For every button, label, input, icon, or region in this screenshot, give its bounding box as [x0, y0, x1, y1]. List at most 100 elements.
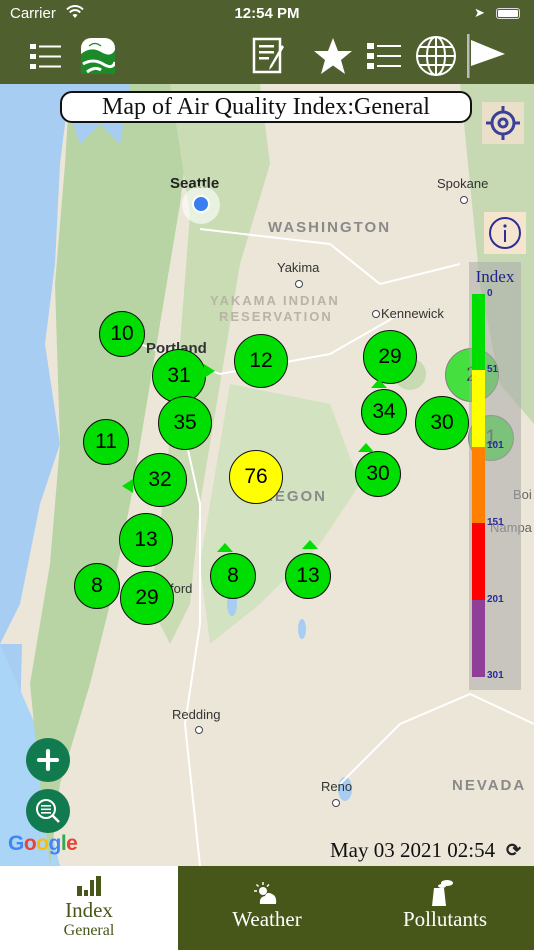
aqi-marker-value: 30: [366, 462, 390, 485]
legend-tick: 101: [487, 440, 504, 451]
refresh-icon[interactable]: ⟳: [506, 840, 521, 861]
notes-edit-icon[interactable]: [250, 36, 290, 76]
city-label: Spokane: [437, 176, 489, 191]
aqi-marker-value: 76: [244, 465, 268, 488]
aqi-marker[interactable]: 8: [210, 553, 256, 599]
region-label: YAKAMA INDIAN: [210, 293, 340, 308]
data-timestamp: May 03 2021 02:54: [330, 838, 496, 862]
legend-segment-very-unhealthy: [472, 600, 485, 677]
legend-title: Index: [475, 267, 515, 286]
region-label: RESERVATION: [219, 309, 333, 324]
aqi-marker-value: 12: [249, 349, 273, 372]
city-dot: [295, 280, 303, 288]
station-direction-marker[interactable]: [122, 479, 133, 493]
factory-icon: [432, 880, 453, 906]
tab-bar: Index General Weather Pollutants: [0, 866, 534, 950]
crosshair-icon: [486, 106, 520, 140]
search-zoom-button[interactable]: [26, 789, 70, 833]
tab-label: Pollutants: [402, 907, 487, 931]
aqi-legend: Index 0 51 101 151 201 301: [469, 262, 521, 690]
menu-list-icon[interactable]: [28, 36, 64, 76]
city-dot: [372, 310, 380, 318]
aqi-marker-value: 34: [372, 400, 396, 423]
aqi-marker-value: 29: [135, 586, 159, 609]
aqi-marker-value: 35: [173, 411, 197, 434]
star-icon[interactable]: [312, 36, 354, 76]
aqi-marker[interactable]: 35: [158, 396, 212, 450]
aqi-marker[interactable]: 13: [285, 553, 331, 599]
legend-segment-usg: [472, 447, 485, 523]
legend-tick: 0: [487, 288, 493, 299]
legend-tick: 201: [487, 594, 504, 605]
city-label: Yakima: [277, 260, 320, 275]
aqi-marker-value: 13: [134, 528, 158, 551]
tab-pollutants[interactable]: Pollutants: [356, 866, 534, 950]
station-direction-marker[interactable]: [204, 364, 215, 378]
aqi-marker-value: 10: [110, 322, 134, 345]
aqi-marker[interactable]: 76: [229, 450, 283, 504]
city-dot: [332, 799, 340, 807]
google-attribution: Google: [8, 832, 78, 855]
tab-label: Index: [65, 898, 113, 922]
bar-chart-icon: [77, 876, 101, 896]
legend-tick: 151: [487, 517, 504, 528]
tab-weather[interactable]: Weather: [178, 866, 356, 950]
legend-segment-good: [472, 294, 485, 370]
aqi-marker[interactable]: 32: [133, 453, 187, 507]
aqi-marker[interactable]: 30: [355, 451, 401, 497]
nav-bar: [0, 28, 534, 84]
tab-index-general[interactable]: Index General: [0, 866, 178, 950]
aqi-marker[interactable]: 34: [361, 389, 407, 435]
station-direction-marker[interactable]: [217, 543, 233, 552]
legend-segment-unhealthy: [472, 523, 485, 600]
region-label: NEVADA: [452, 777, 527, 794]
weather-icon: [254, 882, 277, 904]
aqi-marker[interactable]: 29: [120, 571, 174, 625]
city-label: Reno: [321, 779, 353, 794]
info-icon: [489, 217, 521, 249]
aqi-marker[interactable]: 13: [119, 513, 173, 567]
info-button[interactable]: [484, 212, 526, 254]
aqi-marker[interactable]: 11: [83, 419, 129, 465]
aqi-marker-value: 29: [378, 345, 402, 368]
aqi-marker[interactable]: 31: [152, 349, 206, 403]
current-location-dot[interactable]: [192, 195, 210, 213]
station-direction-marker[interactable]: [371, 379, 387, 388]
city-dot: [460, 196, 468, 204]
plus-icon: [37, 749, 59, 771]
aqi-marker[interactable]: 12: [234, 334, 288, 388]
status-bar: Carrier 12:54 PM ➤: [0, 0, 534, 28]
list-icon[interactable]: [364, 36, 404, 76]
aqi-marker[interactable]: 30: [415, 396, 469, 450]
aqi-marker-value: 13: [296, 564, 320, 587]
location-arrow-icon: ➤: [474, 5, 485, 20]
add-button[interactable]: [26, 738, 70, 782]
map-title: Map of Air Quality Index:General: [60, 91, 472, 123]
aqi-marker-value: 11: [95, 430, 117, 453]
magnifier-list-icon: [36, 799, 60, 823]
flag-icon[interactable]: [464, 34, 508, 78]
aqi-marker-value: 32: [148, 468, 172, 491]
battery-icon: [496, 8, 520, 19]
globe-icon[interactable]: [414, 36, 458, 76]
app-logo-icon[interactable]: [80, 36, 116, 76]
aqi-marker[interactable]: 29: [363, 330, 417, 384]
aqi-marker[interactable]: 8: [74, 563, 120, 609]
locate-me-button[interactable]: [482, 102, 524, 144]
station-direction-marker[interactable]: [302, 540, 318, 549]
aqi-marker[interactable]: 10: [99, 311, 145, 357]
legend-tick: 301: [487, 670, 504, 681]
aqi-marker-value: 8: [91, 574, 103, 597]
city-label: Kennewick: [381, 306, 444, 321]
legend-tick: 51: [487, 364, 499, 375]
tab-sublabel: General: [63, 922, 115, 939]
station-direction-marker[interactable]: [358, 443, 374, 452]
aqi-marker-value: 8: [227, 564, 239, 587]
city-dot: [195, 726, 203, 734]
legend-segment-moderate: [472, 370, 485, 447]
clock: 12:54 PM: [234, 5, 300, 22]
aqi-marker-value: 31: [167, 364, 191, 387]
region-label: WASHINGTON: [268, 219, 392, 236]
tab-label: Weather: [232, 907, 302, 931]
city-label: Redding: [172, 707, 221, 722]
